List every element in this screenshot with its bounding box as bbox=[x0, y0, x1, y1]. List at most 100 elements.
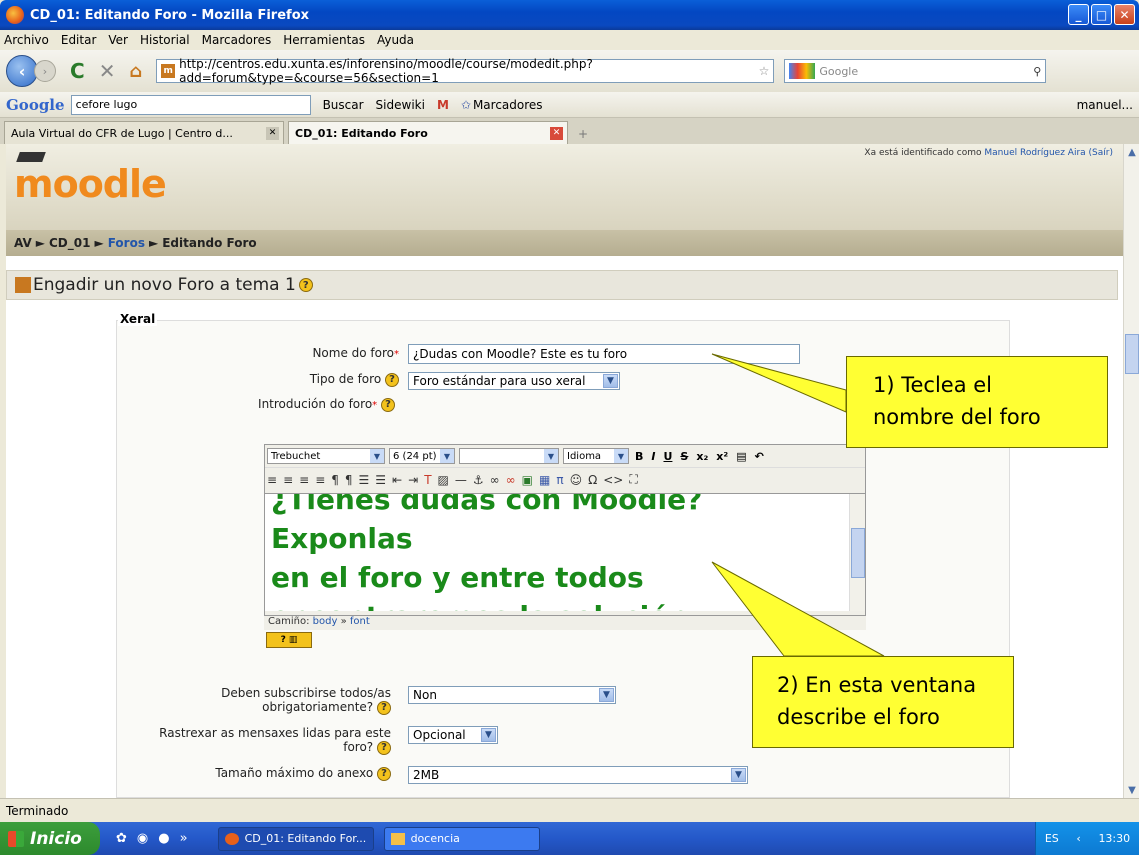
align-right-icon[interactable]: ≡ bbox=[299, 473, 309, 487]
tab-close-icon[interactable]: ✕ bbox=[550, 126, 563, 140]
stop-icon[interactable]: ✕ bbox=[99, 59, 116, 83]
menu-archivo[interactable]: Archivo bbox=[4, 33, 49, 47]
tray-arrow-icon[interactable]: ‹ bbox=[1076, 832, 1080, 845]
search-engine-icon[interactable] bbox=[789, 63, 816, 79]
underline-button[interactable]: U bbox=[661, 450, 674, 463]
justify-icon[interactable]: ≡ bbox=[315, 473, 325, 487]
menu-ver[interactable]: Ver bbox=[108, 33, 128, 47]
format-select[interactable]: ▼ bbox=[459, 448, 559, 464]
forward-button[interactable]: › bbox=[34, 60, 56, 82]
marcadores-button[interactable]: Marcadores bbox=[473, 98, 543, 112]
maximize-button[interactable]: □ bbox=[1091, 4, 1112, 25]
tab-aula-virtual[interactable]: Aula Virtual do CFR de Lugo | Centro d..… bbox=[4, 121, 284, 144]
help-icon[interactable]: ? bbox=[298, 278, 313, 292]
breadcrumb-foros[interactable]: Foros bbox=[108, 236, 145, 250]
logout-link[interactable]: (Saír) bbox=[1089, 148, 1113, 158]
user-link[interactable]: Manuel Rodríguez Aira bbox=[984, 148, 1085, 158]
track-select[interactable]: Opcional ▼ bbox=[408, 726, 498, 744]
help-icon[interactable]: ? bbox=[385, 372, 399, 387]
menu-editar[interactable]: Editar bbox=[61, 33, 97, 47]
page-scrollbar[interactable]: ▲ ▼ bbox=[1123, 144, 1139, 798]
search-box[interactable]: Google ⚲ bbox=[784, 59, 1047, 83]
horizontal-rule-icon[interactable]: — bbox=[455, 473, 467, 487]
search-icon[interactable]: ⚲ bbox=[1033, 65, 1041, 78]
sidewiki-button[interactable]: Sidewiki bbox=[376, 98, 425, 112]
undo-icon[interactable]: ↶ bbox=[753, 450, 766, 463]
help-icon[interactable]: ? bbox=[377, 740, 391, 755]
ordered-list-icon[interactable]: ☰ bbox=[359, 473, 370, 487]
editor-help-icon[interactable]: ? ▥ bbox=[266, 632, 312, 648]
link-icon[interactable]: ∞ bbox=[490, 473, 500, 487]
strikethrough-button[interactable]: S bbox=[678, 450, 690, 463]
html-source-icon[interactable]: <> bbox=[603, 473, 623, 487]
subscript-button[interactable]: x₂ bbox=[694, 450, 710, 463]
start-button[interactable]: Inicio bbox=[0, 822, 100, 855]
special-char-icon[interactable]: Ω bbox=[588, 473, 597, 487]
breadcrumb-av[interactable]: AV bbox=[14, 236, 32, 250]
unlink-icon[interactable]: ∞ bbox=[506, 473, 516, 487]
size-select[interactable]: 6 (24 pt) ▼ bbox=[389, 448, 455, 464]
align-left-icon[interactable]: ≡ bbox=[267, 473, 277, 487]
language-select[interactable]: Idioma ▼ bbox=[563, 448, 629, 464]
indent-icon[interactable]: ⇥ bbox=[408, 473, 418, 487]
quicklaunch-icon[interactable]: ✿ bbox=[116, 831, 127, 846]
task-docencia[interactable]: docencia bbox=[383, 826, 540, 851]
url-bar[interactable]: m http://centros.edu.xunta.es/inforensin… bbox=[156, 57, 775, 85]
scroll-up-icon[interactable]: ▲ bbox=[1124, 144, 1139, 160]
quicklaunch-icon[interactable]: ◉ bbox=[137, 831, 148, 846]
align-center-icon[interactable]: ≡ bbox=[283, 473, 293, 487]
reload-icon[interactable]: C bbox=[70, 59, 85, 83]
font-select[interactable]: Trebuchet ▼ bbox=[267, 448, 385, 464]
forum-type-select[interactable]: Foro estándar para uso xeral ▼ bbox=[408, 372, 620, 390]
rtl-icon[interactable]: ¶ bbox=[345, 473, 353, 487]
tab-editando-foro[interactable]: CD_01: Editando Foro ✕ bbox=[288, 121, 568, 144]
close-button[interactable]: ✕ bbox=[1114, 4, 1135, 25]
chevron-right-icon[interactable]: » bbox=[180, 831, 188, 846]
subscribe-select[interactable]: Non ▼ bbox=[408, 686, 616, 704]
max-size-select[interactable]: 2MB ▼ bbox=[408, 766, 748, 784]
help-icon[interactable]: ? bbox=[381, 397, 395, 412]
forum-name-input[interactable]: ¿Dudas con Moodle? Este es tu foro bbox=[408, 344, 800, 364]
menu-ayuda[interactable]: Ayuda bbox=[377, 33, 414, 47]
fullscreen-icon[interactable]: ⛶ bbox=[629, 472, 637, 487]
menu-herramientas[interactable]: Herramientas bbox=[283, 33, 365, 47]
editor-scrollbar[interactable] bbox=[849, 494, 865, 611]
buscar-button[interactable]: Buscar bbox=[323, 98, 364, 112]
italic-button[interactable]: I bbox=[649, 450, 657, 463]
math-icon[interactable]: π bbox=[556, 473, 563, 487]
scroll-thumb[interactable] bbox=[1125, 334, 1139, 374]
task-firefox[interactable]: CD_01: Editando For... bbox=[217, 826, 374, 851]
ltr-icon[interactable]: ¶ bbox=[331, 473, 339, 487]
help-icon[interactable]: ? bbox=[377, 700, 391, 715]
superscript-button[interactable]: x² bbox=[714, 450, 730, 463]
anchor-icon[interactable]: ⚓ bbox=[473, 473, 484, 487]
path-font-link[interactable]: font bbox=[350, 616, 370, 627]
minimize-button[interactable]: _ bbox=[1068, 4, 1089, 25]
breadcrumb-course[interactable]: CD_01 bbox=[49, 236, 90, 250]
bold-button[interactable]: B bbox=[633, 450, 645, 463]
gmail-icon[interactable]: M bbox=[437, 98, 449, 112]
menu-marcadores[interactable]: Marcadores bbox=[202, 33, 272, 47]
outdent-icon[interactable]: ⇤ bbox=[392, 473, 402, 487]
bg-color-icon[interactable]: ▨ bbox=[438, 473, 449, 487]
language-indicator[interactable]: ES bbox=[1045, 832, 1059, 845]
home-icon[interactable]: ⌂ bbox=[129, 61, 142, 82]
new-tab-button[interactable]: + bbox=[572, 124, 594, 144]
editor-content-area[interactable]: ¿Tienes dudas con Moodle? Exponlas en el… bbox=[265, 493, 865, 611]
moodle-logo[interactable]: moodle bbox=[14, 152, 167, 206]
help-icon[interactable]: ? bbox=[377, 766, 391, 781]
image-icon[interactable]: ▣ bbox=[522, 473, 533, 487]
menu-historial[interactable]: Historial bbox=[140, 33, 190, 47]
scroll-down-icon[interactable]: ▼ bbox=[1124, 782, 1139, 798]
table-icon[interactable]: ▦ bbox=[539, 473, 550, 487]
firefox-quicklaunch-icon[interactable]: ● bbox=[158, 831, 169, 846]
google-user[interactable]: manuel... bbox=[1077, 98, 1133, 112]
emoticon-icon[interactable]: ☺ bbox=[570, 473, 583, 487]
bookmarks-star-icon[interactable]: ✩ bbox=[461, 98, 471, 112]
tab-close-icon[interactable]: ✕ bbox=[266, 126, 279, 140]
text-color-icon[interactable]: T bbox=[424, 473, 431, 487]
unordered-list-icon[interactable]: ☰ bbox=[375, 473, 386, 487]
clean-word-icon[interactable]: ▤ bbox=[734, 450, 748, 463]
path-body-link[interactable]: body bbox=[313, 616, 338, 627]
google-search-input[interactable]: cefore lugo bbox=[70, 94, 311, 115]
